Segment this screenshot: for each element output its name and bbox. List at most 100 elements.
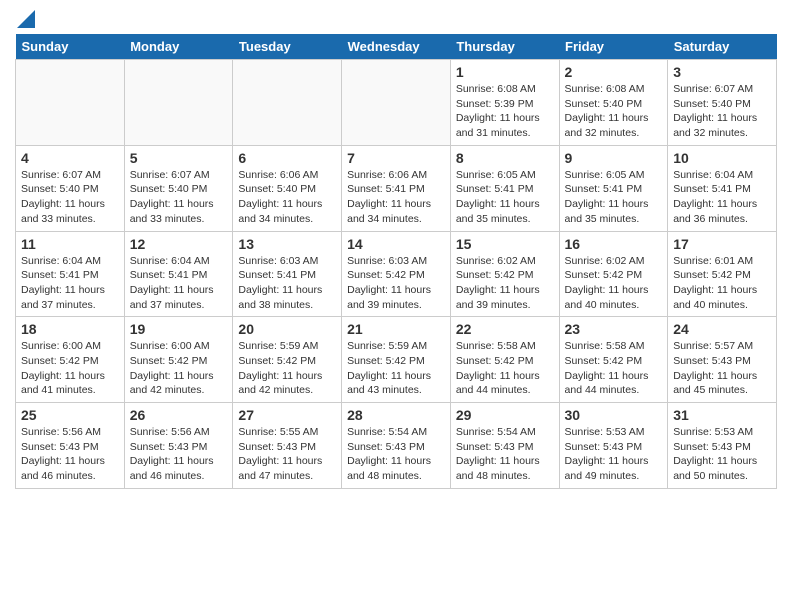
day-number: 6 [238,150,336,166]
calendar-cell: 13 Sunrise: 6:03 AM Sunset: 5:41 PM Dayli… [233,231,342,317]
day-detail: Sunrise: 5:56 AM Sunset: 5:43 PM Dayligh… [130,425,228,484]
day-number: 14 [347,236,445,252]
day-number: 16 [565,236,663,252]
day-number: 22 [456,321,554,337]
day-detail: Sunrise: 6:08 AM Sunset: 5:40 PM Dayligh… [565,82,663,141]
calendar-cell: 29 Sunrise: 5:54 AM Sunset: 5:43 PM Dayli… [450,403,559,489]
day-detail: Sunrise: 6:07 AM Sunset: 5:40 PM Dayligh… [673,82,771,141]
day-detail: Sunrise: 5:58 AM Sunset: 5:42 PM Dayligh… [565,339,663,398]
day-number: 18 [21,321,119,337]
calendar-cell: 20 Sunrise: 5:59 AM Sunset: 5:42 PM Dayli… [233,317,342,403]
day-detail: Sunrise: 5:54 AM Sunset: 5:43 PM Dayligh… [456,425,554,484]
day-number: 4 [21,150,119,166]
day-number: 5 [130,150,228,166]
calendar-cell: 11Sunrise: 6:04 AM Sunset: 5:41 PM Dayli… [16,231,125,317]
day-number: 24 [673,321,771,337]
day-number: 28 [347,407,445,423]
day-number: 25 [21,407,119,423]
calendar-cell: 28 Sunrise: 5:54 AM Sunset: 5:43 PM Dayli… [342,403,451,489]
day-detail: Sunrise: 6:07 AM Sunset: 5:40 PM Dayligh… [21,168,119,227]
day-detail: Sunrise: 6:05 AM Sunset: 5:41 PM Dayligh… [565,168,663,227]
calendar-cell [124,60,233,146]
calendar-cell: 16 Sunrise: 6:02 AM Sunset: 5:42 PM Dayli… [559,231,668,317]
day-number: 31 [673,407,771,423]
calendar-cell: 25 Sunrise: 5:56 AM Sunset: 5:43 PM Dayli… [16,403,125,489]
day-number: 13 [238,236,336,252]
day-number: 27 [238,407,336,423]
day-number: 8 [456,150,554,166]
day-detail: Sunrise: 5:59 AM Sunset: 5:42 PM Dayligh… [347,339,445,398]
day-header-monday: Monday [124,34,233,60]
calendar-cell: 19Sunrise: 6:00 AM Sunset: 5:42 PM Dayli… [124,317,233,403]
day-number: 20 [238,321,336,337]
calendar-cell: 12Sunrise: 6:04 AM Sunset: 5:41 PM Dayli… [124,231,233,317]
day-header-tuesday: Tuesday [233,34,342,60]
week-row-1: 4 Sunrise: 6:07 AM Sunset: 5:40 PM Daylig… [16,145,777,231]
calendar-cell [233,60,342,146]
day-number: 10 [673,150,771,166]
day-detail: Sunrise: 6:06 AM Sunset: 5:40 PM Dayligh… [238,168,336,227]
day-number: 9 [565,150,663,166]
day-detail: Sunrise: 6:02 AM Sunset: 5:42 PM Dayligh… [456,254,554,313]
day-number: 1 [456,64,554,80]
calendar-cell: 8Sunrise: 6:05 AM Sunset: 5:41 PM Daylig… [450,145,559,231]
calendar-cell: 9 Sunrise: 6:05 AM Sunset: 5:41 PM Daylig… [559,145,668,231]
calendar-cell: 15 Sunrise: 6:02 AM Sunset: 5:42 PM Dayli… [450,231,559,317]
calendar-cell: 17 Sunrise: 6:01 AM Sunset: 5:42 PM Dayli… [668,231,777,317]
day-header-saturday: Saturday [668,34,777,60]
day-number: 3 [673,64,771,80]
day-detail: Sunrise: 5:55 AM Sunset: 5:43 PM Dayligh… [238,425,336,484]
calendar-cell: 18 Sunrise: 6:00 AM Sunset: 5:42 PM Dayli… [16,317,125,403]
calendar-cell: 2 Sunrise: 6:08 AM Sunset: 5:40 PM Daylig… [559,60,668,146]
calendar-cell: 24 Sunrise: 5:57 AM Sunset: 5:43 PM Dayli… [668,317,777,403]
calendar-cell [16,60,125,146]
day-detail: Sunrise: 5:53 AM Sunset: 5:43 PM Dayligh… [565,425,663,484]
calendar-cell: 14Sunrise: 6:03 AM Sunset: 5:42 PM Dayli… [342,231,451,317]
day-number: 23 [565,321,663,337]
week-row-0: 1 Sunrise: 6:08 AM Sunset: 5:39 PM Daylig… [16,60,777,146]
day-number: 2 [565,64,663,80]
day-detail: Sunrise: 5:59 AM Sunset: 5:42 PM Dayligh… [238,339,336,398]
calendar-cell: 7Sunrise: 6:06 AM Sunset: 5:41 PM Daylig… [342,145,451,231]
day-detail: Sunrise: 5:58 AM Sunset: 5:42 PM Dayligh… [456,339,554,398]
calendar-cell: 31 Sunrise: 5:53 AM Sunset: 5:43 PM Dayli… [668,403,777,489]
calendar-cell: 22 Sunrise: 5:58 AM Sunset: 5:42 PM Dayli… [450,317,559,403]
day-number: 15 [456,236,554,252]
day-detail: Sunrise: 6:02 AM Sunset: 5:42 PM Dayligh… [565,254,663,313]
day-header-wednesday: Wednesday [342,34,451,60]
day-header-thursday: Thursday [450,34,559,60]
day-number: 26 [130,407,228,423]
day-number: 29 [456,407,554,423]
day-detail: Sunrise: 5:54 AM Sunset: 5:43 PM Dayligh… [347,425,445,484]
calendar-cell [342,60,451,146]
calendar-cell: 30 Sunrise: 5:53 AM Sunset: 5:43 PM Dayli… [559,403,668,489]
day-detail: Sunrise: 5:53 AM Sunset: 5:43 PM Dayligh… [673,425,771,484]
week-row-4: 25 Sunrise: 5:56 AM Sunset: 5:43 PM Dayli… [16,403,777,489]
day-detail: Sunrise: 6:08 AM Sunset: 5:39 PM Dayligh… [456,82,554,141]
calendar-cell: 6 Sunrise: 6:06 AM Sunset: 5:40 PM Daylig… [233,145,342,231]
calendar-cell: 23 Sunrise: 5:58 AM Sunset: 5:42 PM Dayli… [559,317,668,403]
day-detail: Sunrise: 5:57 AM Sunset: 5:43 PM Dayligh… [673,339,771,398]
week-row-2: 11Sunrise: 6:04 AM Sunset: 5:41 PM Dayli… [16,231,777,317]
day-detail: Sunrise: 6:07 AM Sunset: 5:40 PM Dayligh… [130,168,228,227]
day-detail: Sunrise: 6:04 AM Sunset: 5:41 PM Dayligh… [21,254,119,313]
day-header-friday: Friday [559,34,668,60]
day-number: 12 [130,236,228,252]
day-detail: Sunrise: 6:03 AM Sunset: 5:41 PM Dayligh… [238,254,336,313]
day-detail: Sunrise: 5:56 AM Sunset: 5:43 PM Dayligh… [21,425,119,484]
day-number: 30 [565,407,663,423]
calendar-body: 1 Sunrise: 6:08 AM Sunset: 5:39 PM Daylig… [16,60,777,489]
calendar-cell: 1 Sunrise: 6:08 AM Sunset: 5:39 PM Daylig… [450,60,559,146]
day-number: 7 [347,150,445,166]
logo [15,10,35,28]
page-header [15,10,777,28]
day-number: 17 [673,236,771,252]
logo-triangle-icon [17,10,35,28]
day-detail: Sunrise: 6:00 AM Sunset: 5:42 PM Dayligh… [21,339,119,398]
day-detail: Sunrise: 6:04 AM Sunset: 5:41 PM Dayligh… [673,168,771,227]
day-detail: Sunrise: 6:00 AM Sunset: 5:42 PM Dayligh… [130,339,228,398]
day-detail: Sunrise: 6:01 AM Sunset: 5:42 PM Dayligh… [673,254,771,313]
calendar-cell: 4 Sunrise: 6:07 AM Sunset: 5:40 PM Daylig… [16,145,125,231]
day-header-sunday: Sunday [16,34,125,60]
calendar-cell: 27 Sunrise: 5:55 AM Sunset: 5:43 PM Dayli… [233,403,342,489]
